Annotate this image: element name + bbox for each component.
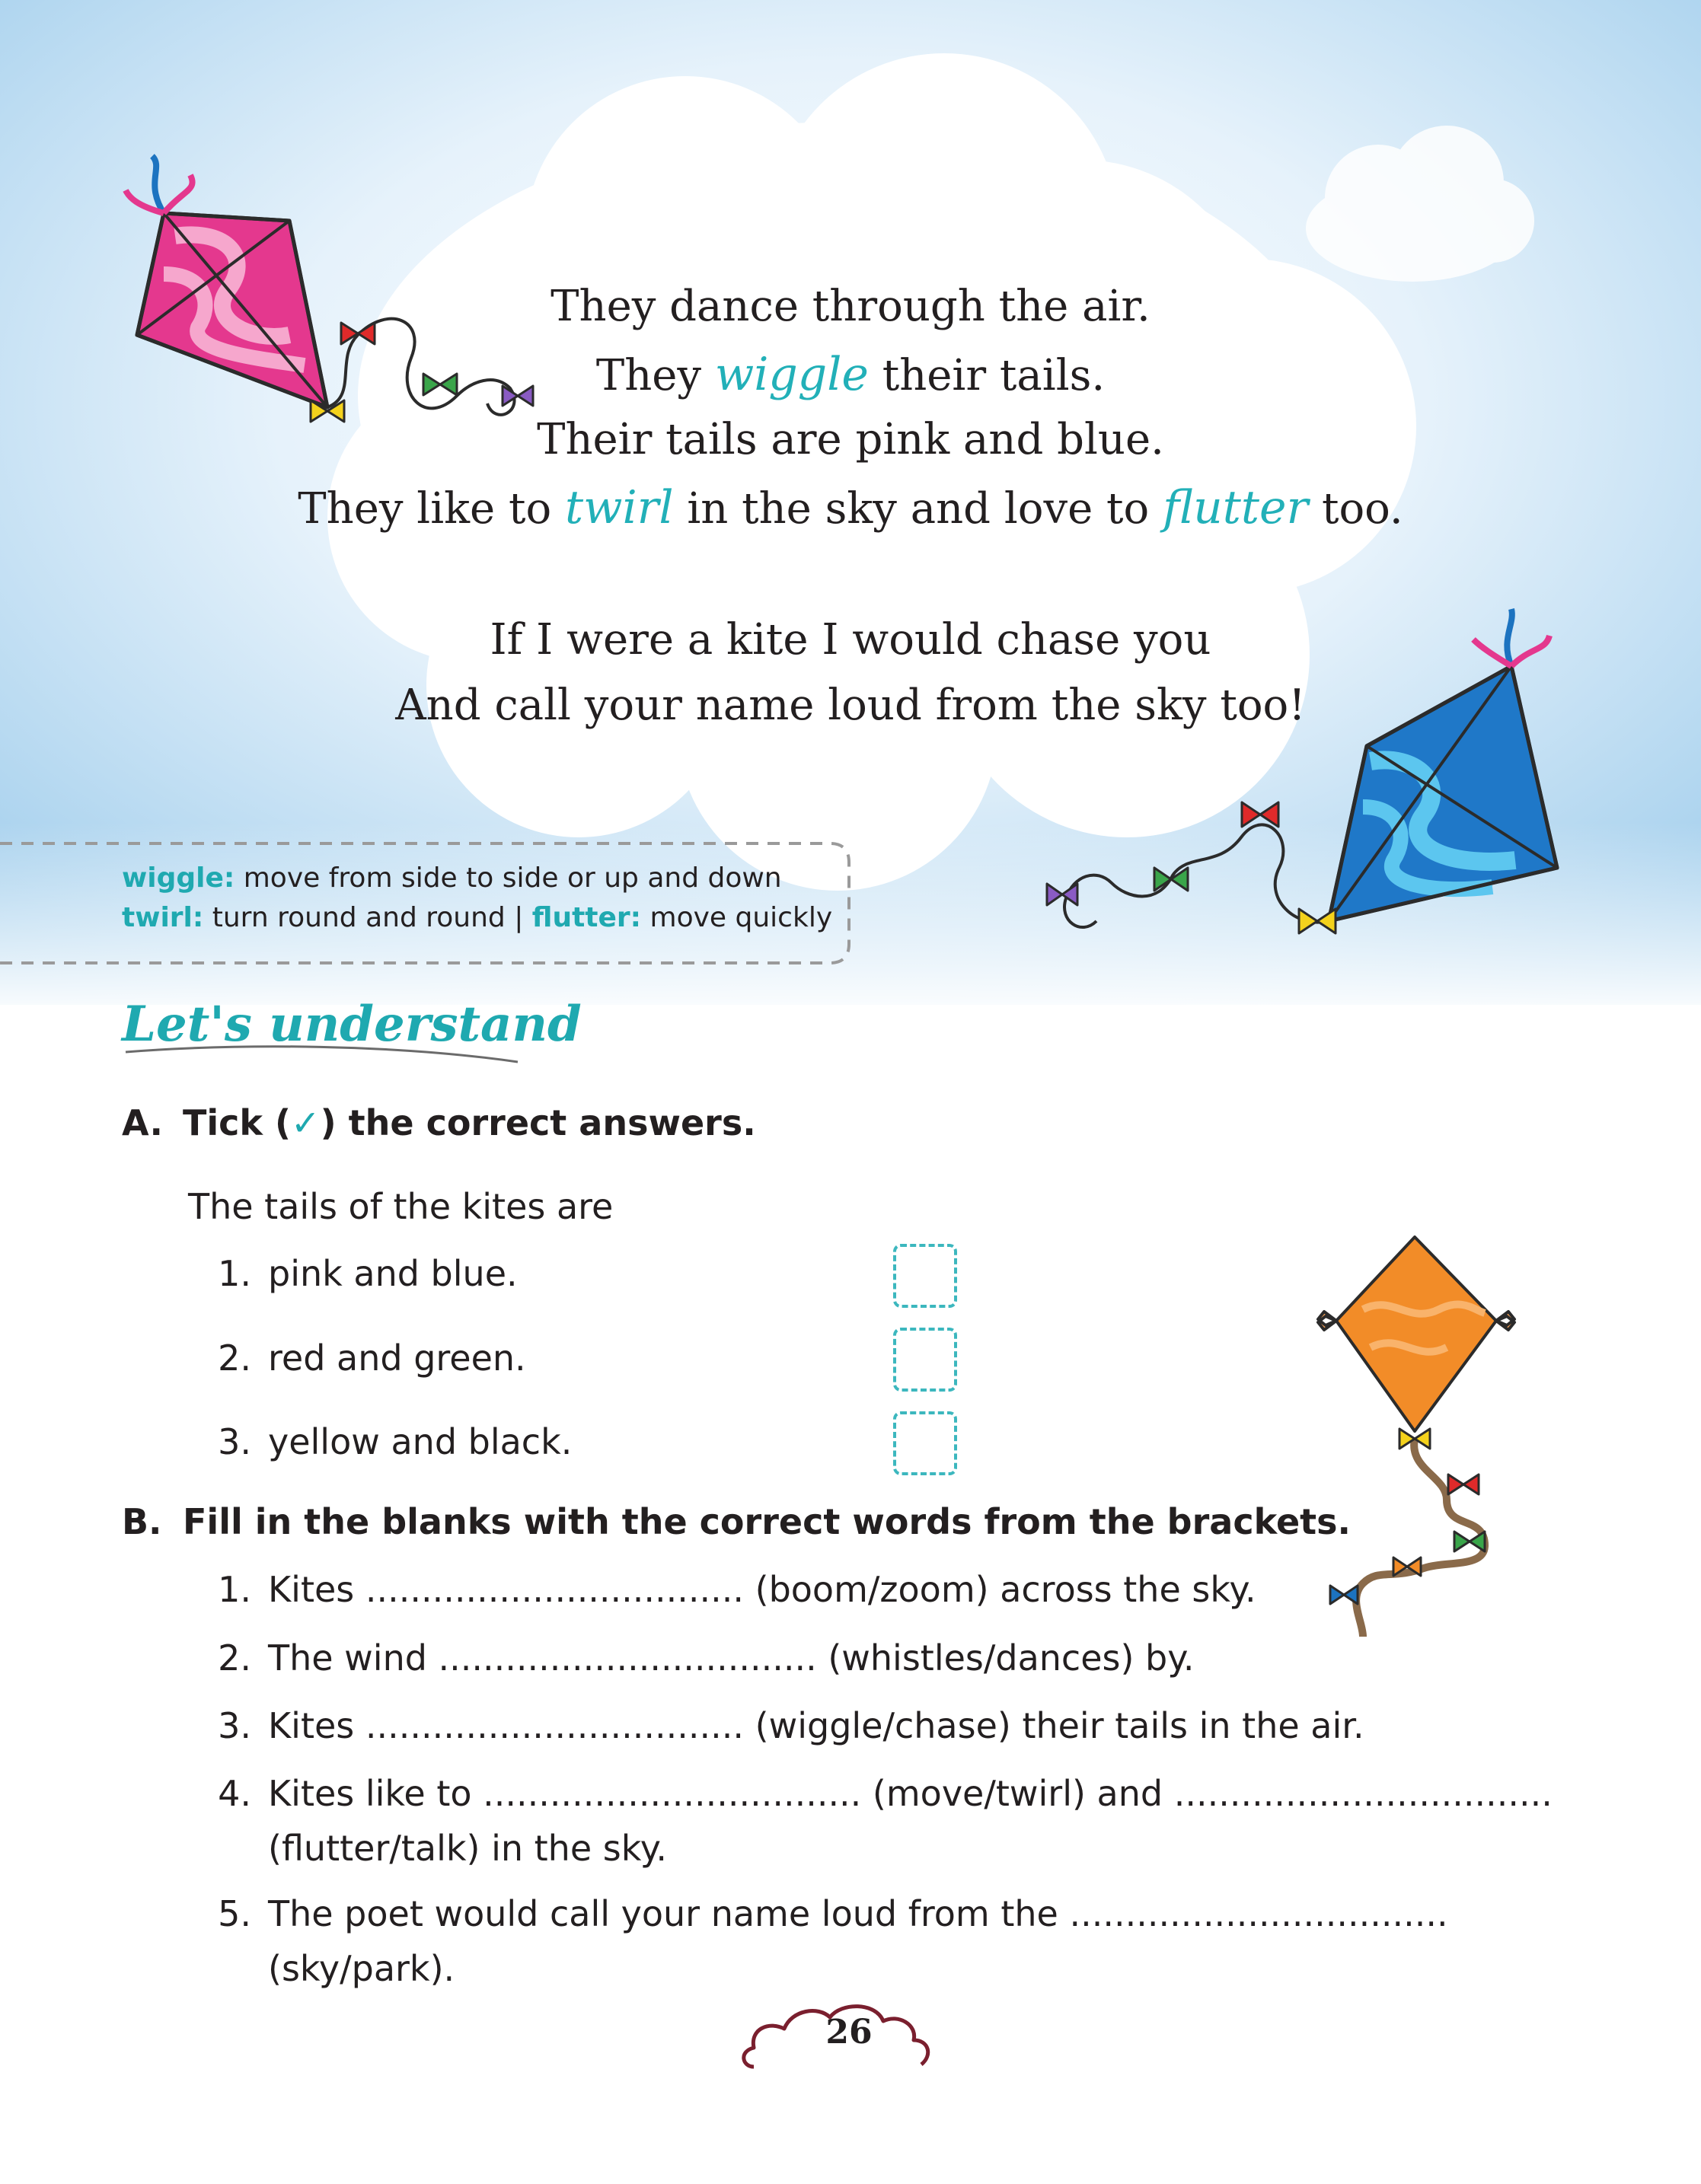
poem-line-2: They wiggle their tails. [595, 348, 1106, 401]
page-number: 26 [825, 2013, 873, 2052]
item-number: 2. [218, 1637, 251, 1679]
question-a-stem: The tails of the kites are [188, 1186, 614, 1227]
item-number: 3. [218, 1705, 251, 1746]
tick-icon: ✓ [291, 1102, 321, 1143]
fill-blank-item: The poet would call your name loud from … [268, 1893, 1448, 1934]
option-number: 3. [218, 1421, 251, 1462]
poem-line-6: And call your name loud from the sky too… [395, 681, 1306, 730]
fill-blank-item: Kites like to ..........................… [268, 1773, 1553, 1814]
section-heading: Let's understand [122, 996, 582, 1053]
answer-checkbox[interactable] [893, 1328, 957, 1392]
glossary-line-2: twirl: turn round and round | flutter: m… [122, 902, 833, 933]
poem-line-3: Their tails are pink and blue. [537, 415, 1164, 464]
orange-kite [1316, 1235, 1516, 1637]
poem-line-4: They like to twirl in the sky and love t… [298, 481, 1403, 534]
answer-checkbox[interactable] [893, 1244, 957, 1308]
keyword-wiggle: wiggle [714, 348, 869, 401]
question-a-heading: A. Tick (✓) the correct answers. [122, 1102, 756, 1143]
workbook-page: They dance through the air. They wiggle … [0, 0, 1701, 2184]
option-text: pink and blue. [268, 1253, 518, 1294]
question-b-heading: B. Fill in the blanks with the correct wo… [122, 1501, 1351, 1542]
keyword-flutter: flutter [1163, 481, 1309, 534]
item-number: 5. [218, 1893, 251, 1934]
poem-line-1: They dance through the air. [551, 282, 1150, 331]
glossary-line-1: wiggle: move from side to side or up and… [122, 862, 782, 894]
fill-blank-item-continued: (sky/park). [268, 1948, 455, 1989]
option-text: yellow and black. [268, 1421, 573, 1462]
answer-checkbox[interactable] [893, 1411, 957, 1475]
fill-blank-item: Kites ..................................… [268, 1705, 1364, 1746]
fill-blank-item: Kites ..................................… [268, 1569, 1256, 1610]
item-number: 4. [218, 1773, 251, 1814]
fill-blank-item-continued: (flutter/talk) in the sky. [268, 1828, 667, 1869]
option-number: 1. [218, 1253, 251, 1294]
fill-blank-item: The wind ...............................… [268, 1637, 1195, 1679]
option-text: red and green. [268, 1338, 526, 1379]
item-number: 1. [218, 1569, 251, 1610]
option-number: 2. [218, 1338, 251, 1379]
keyword-twirl: twirl [565, 481, 674, 534]
poem-line-5: If I were a kite I would chase you [490, 615, 1211, 665]
